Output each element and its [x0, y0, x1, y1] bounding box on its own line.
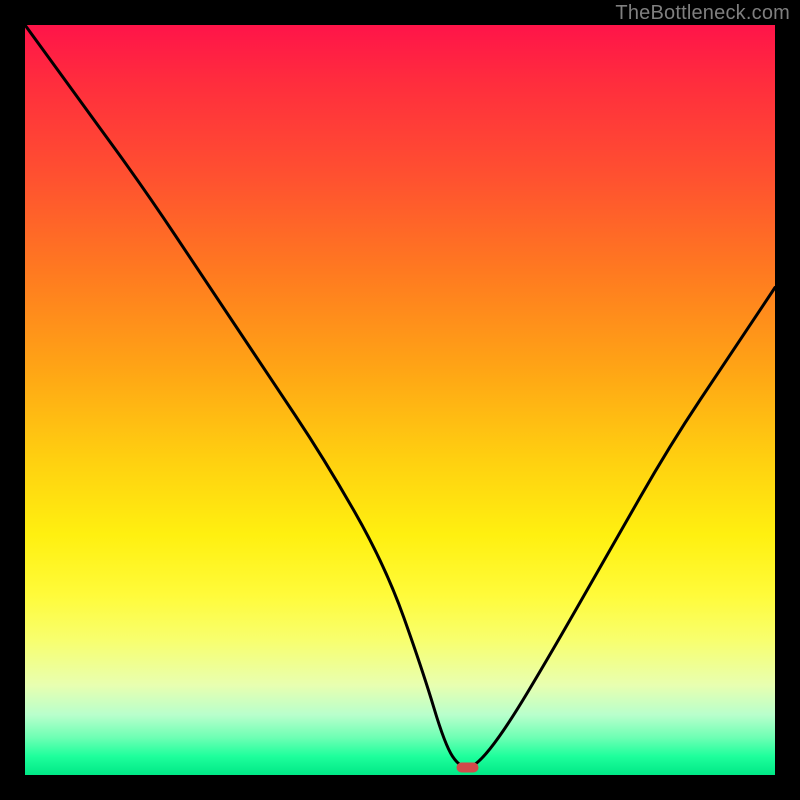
plot-area	[25, 25, 775, 775]
bottleneck-curve	[25, 25, 775, 768]
watermark-text: TheBottleneck.com	[615, 2, 790, 25]
curve-svg	[25, 25, 775, 775]
chart-frame: TheBottleneck.com	[0, 0, 800, 800]
min-marker	[457, 763, 479, 773]
